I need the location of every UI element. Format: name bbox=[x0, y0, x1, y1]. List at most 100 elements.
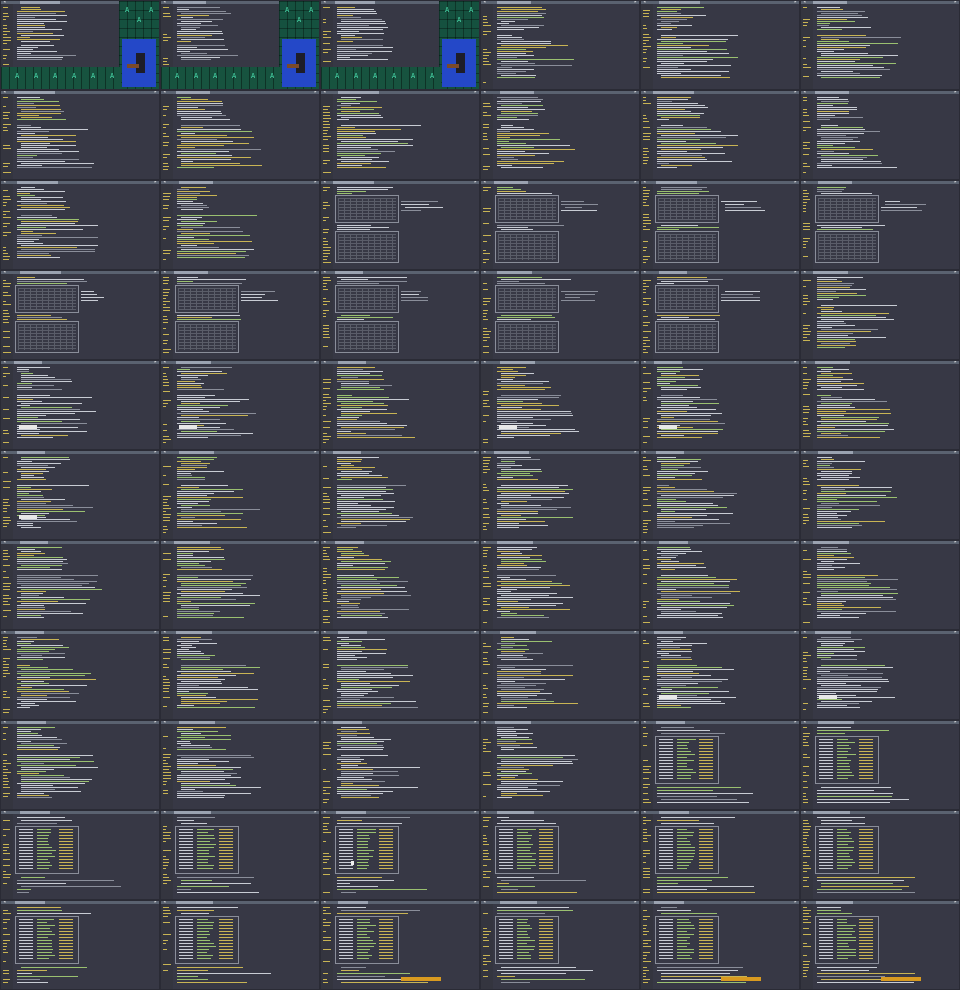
active-tab[interactable] bbox=[815, 361, 850, 364]
active-tab[interactable] bbox=[500, 91, 534, 94]
close-icon[interactable]: ▸ bbox=[154, 541, 157, 545]
close-icon[interactable]: ▸ bbox=[154, 91, 157, 95]
close-icon[interactable]: ▸ bbox=[634, 631, 637, 635]
active-tab[interactable] bbox=[497, 271, 532, 274]
active-tab[interactable] bbox=[818, 451, 853, 454]
active-tab[interactable] bbox=[17, 181, 58, 184]
close-icon[interactable]: ▸ bbox=[634, 901, 637, 905]
game-viewport[interactable]: AAA bbox=[119, 1, 159, 89]
active-tab[interactable] bbox=[659, 541, 688, 544]
close-icon[interactable]: ▸ bbox=[474, 901, 477, 905]
close-icon[interactable]: ▸ bbox=[954, 451, 957, 455]
active-tab[interactable] bbox=[654, 901, 684, 904]
active-tab[interactable] bbox=[14, 361, 42, 364]
active-tab[interactable] bbox=[179, 721, 215, 724]
close-icon[interactable]: ▸ bbox=[154, 811, 157, 815]
close-icon[interactable]: ▸ bbox=[474, 451, 477, 455]
active-tab[interactable] bbox=[495, 721, 531, 724]
active-tab[interactable] bbox=[338, 91, 379, 94]
close-icon[interactable]: ▸ bbox=[634, 451, 637, 455]
close-icon[interactable]: ▸ bbox=[474, 721, 477, 725]
active-tab[interactable] bbox=[173, 1, 206, 4]
close-icon[interactable]: ▸ bbox=[794, 721, 797, 725]
close-icon[interactable]: ▸ bbox=[314, 721, 317, 725]
active-tab[interactable] bbox=[15, 901, 45, 904]
active-tab[interactable] bbox=[653, 91, 694, 94]
active-tab[interactable] bbox=[333, 451, 361, 454]
close-icon[interactable]: ▸ bbox=[154, 181, 157, 185]
close-icon[interactable]: ▸ bbox=[794, 811, 797, 815]
active-tab[interactable] bbox=[497, 541, 533, 544]
active-tab[interactable] bbox=[20, 271, 61, 274]
close-icon[interactable]: ▸ bbox=[474, 631, 477, 635]
close-icon[interactable]: ▸ bbox=[794, 451, 797, 455]
close-icon[interactable]: ▸ bbox=[314, 271, 317, 275]
active-tab[interactable] bbox=[174, 811, 211, 814]
close-icon[interactable]: ▸ bbox=[474, 811, 477, 815]
close-icon[interactable]: ▸ bbox=[794, 91, 797, 95]
active-tab[interactable] bbox=[174, 541, 210, 544]
close-icon[interactable]: ▸ bbox=[154, 721, 157, 725]
active-tab[interactable] bbox=[813, 811, 850, 814]
close-icon[interactable]: ▸ bbox=[314, 811, 317, 815]
close-icon[interactable]: ▸ bbox=[794, 1, 797, 5]
close-icon[interactable]: ▸ bbox=[954, 901, 957, 905]
active-tab[interactable] bbox=[176, 901, 213, 904]
active-tab[interactable] bbox=[174, 271, 208, 274]
active-tab[interactable] bbox=[179, 451, 214, 454]
active-tab[interactable] bbox=[176, 631, 212, 634]
active-tab[interactable] bbox=[338, 901, 368, 904]
close-icon[interactable]: ▸ bbox=[154, 451, 157, 455]
active-tab[interactable] bbox=[813, 271, 848, 274]
active-tab[interactable] bbox=[335, 1, 375, 4]
active-tab[interactable] bbox=[659, 811, 689, 814]
active-tab[interactable] bbox=[497, 811, 534, 814]
close-icon[interactable]: ▸ bbox=[794, 541, 797, 545]
active-tab[interactable] bbox=[818, 181, 852, 184]
close-icon[interactable]: ▸ bbox=[794, 181, 797, 185]
close-icon[interactable]: ▸ bbox=[314, 91, 317, 95]
active-tab[interactable] bbox=[17, 451, 45, 454]
close-icon[interactable]: ▸ bbox=[794, 271, 797, 275]
close-icon[interactable]: ▸ bbox=[314, 181, 317, 185]
active-tab[interactable] bbox=[335, 271, 363, 274]
close-icon[interactable]: ▸ bbox=[954, 271, 957, 275]
close-icon[interactable]: ▸ bbox=[154, 901, 157, 905]
active-tab[interactable] bbox=[500, 901, 537, 904]
active-tab[interactable] bbox=[335, 541, 364, 544]
close-icon[interactable]: ▸ bbox=[314, 361, 317, 365]
close-icon[interactable]: ▸ bbox=[954, 181, 957, 185]
close-icon[interactable]: ▸ bbox=[474, 181, 477, 185]
active-tab[interactable] bbox=[15, 631, 44, 634]
close-icon[interactable]: ▸ bbox=[634, 811, 637, 815]
active-tab[interactable] bbox=[656, 181, 697, 184]
active-tab[interactable] bbox=[497, 1, 531, 4]
close-icon[interactable]: ▸ bbox=[634, 361, 637, 365]
close-icon[interactable]: ▸ bbox=[314, 631, 317, 635]
close-icon[interactable]: ▸ bbox=[314, 541, 317, 545]
close-icon[interactable]: ▸ bbox=[474, 361, 477, 365]
active-tab[interactable] bbox=[500, 631, 536, 634]
close-icon[interactable]: ▸ bbox=[954, 361, 957, 365]
close-icon[interactable]: ▸ bbox=[634, 721, 637, 725]
active-tab[interactable] bbox=[500, 361, 535, 364]
active-tab[interactable] bbox=[336, 811, 366, 814]
active-tab[interactable] bbox=[176, 361, 211, 364]
close-icon[interactable]: ▸ bbox=[954, 541, 957, 545]
close-icon[interactable]: ▸ bbox=[634, 271, 637, 275]
active-tab[interactable] bbox=[333, 181, 374, 184]
close-icon[interactable]: ▸ bbox=[154, 631, 157, 635]
active-tab[interactable] bbox=[338, 631, 367, 634]
close-icon[interactable]: ▸ bbox=[794, 361, 797, 365]
close-icon[interactable]: ▸ bbox=[954, 1, 957, 5]
close-icon[interactable]: ▸ bbox=[474, 271, 477, 275]
active-tab[interactable] bbox=[818, 721, 854, 724]
close-icon[interactable]: ▸ bbox=[954, 811, 957, 815]
close-icon[interactable]: ▸ bbox=[314, 451, 317, 455]
active-tab[interactable] bbox=[656, 451, 684, 454]
active-tab[interactable] bbox=[815, 631, 851, 634]
close-icon[interactable]: ▸ bbox=[794, 901, 797, 905]
active-tab[interactable] bbox=[815, 91, 849, 94]
active-tab[interactable] bbox=[494, 181, 528, 184]
close-icon[interactable]: ▸ bbox=[634, 91, 637, 95]
